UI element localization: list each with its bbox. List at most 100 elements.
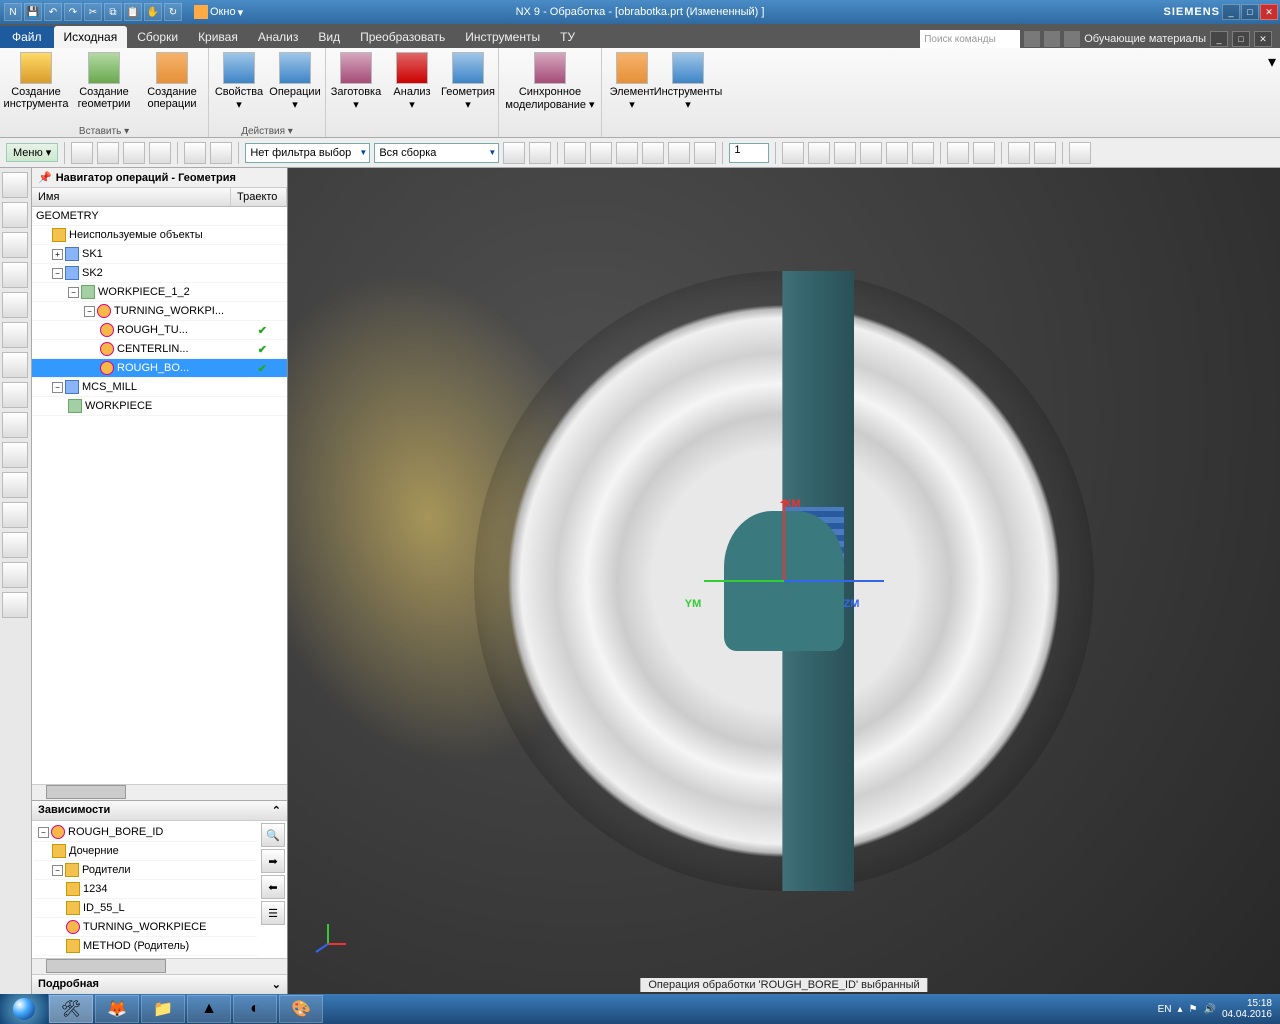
dep-next-icon[interactable]: ➡ (261, 849, 285, 873)
task-vlc[interactable]: ▲ (187, 995, 231, 1023)
tab-assemblies[interactable]: Сборки (127, 26, 188, 48)
qat-repeat-icon[interactable]: ↻ (164, 3, 182, 21)
qat-cut-icon[interactable]: ✂ (84, 3, 102, 21)
task-nx[interactable]: 🛠 (49, 995, 93, 1023)
tb-b[interactable] (529, 142, 551, 164)
tb-n[interactable] (912, 142, 934, 164)
detail-header[interactable]: Подробная⌄ (32, 974, 287, 994)
dep-hscroll[interactable] (32, 958, 287, 974)
tray-flag-icon[interactable]: ⚑ (1189, 1004, 1198, 1015)
qat-undo-icon[interactable]: ↶ (44, 3, 62, 21)
expand-toggle[interactable]: − (84, 306, 95, 317)
sel-tool-6[interactable] (210, 142, 232, 164)
tree-row[interactable]: CENTERLIN...✔ (32, 340, 287, 359)
rb-history[interactable] (2, 322, 28, 348)
filter-combo-1[interactable]: Нет фильтра выбор (245, 143, 370, 163)
3d-viewport[interactable]: XM YM ZM Операция обработки 'ROUGH_BORE_… (288, 168, 1280, 994)
lang-indicator[interactable]: EN (1158, 1004, 1172, 1015)
properties-button[interactable]: Свойства▾ (215, 52, 263, 111)
minimize-button[interactable]: _ (1222, 4, 1240, 20)
expand-toggle[interactable]: − (38, 827, 49, 838)
file-menu[interactable]: Файл (0, 26, 54, 48)
collapse-up-icon[interactable]: ⌃ (272, 804, 281, 817)
expand-toggle[interactable]: + (52, 249, 63, 260)
expand-toggle[interactable]: − (52, 382, 63, 393)
group-label-actions[interactable]: Действия ▾ (209, 126, 325, 137)
tree-row[interactable]: −SK2 (32, 264, 287, 283)
tree-row[interactable]: +SK1 (32, 245, 287, 264)
task-firefox[interactable]: 🦊 (95, 995, 139, 1023)
expand-toggle[interactable]: − (68, 287, 79, 298)
blank-button[interactable]: Заготовка▾ (332, 52, 380, 111)
rb-part[interactable] (2, 262, 28, 288)
sel-tool-2[interactable] (97, 142, 119, 164)
tb-j[interactable] (808, 142, 830, 164)
tree-row[interactable]: −ROUGH_BORE_ID (34, 823, 257, 842)
rb-sys[interactable] (2, 472, 28, 498)
tb-g[interactable] (668, 142, 690, 164)
qat-copy-icon[interactable]: ⧉ (104, 3, 122, 21)
create-geometry-button[interactable]: Создание геометрии (74, 52, 134, 110)
qat-redo-icon[interactable]: ↷ (64, 3, 82, 21)
tree-row[interactable]: Дочерние (34, 842, 257, 861)
analysis-button[interactable]: Анализ▾ (388, 52, 436, 111)
rb-color[interactable] (2, 502, 28, 528)
tab-view[interactable]: Вид (308, 26, 350, 48)
tb-i[interactable] (782, 142, 804, 164)
tree-row[interactable]: −WORKPIECE_1_2 (32, 283, 287, 302)
tree-row[interactable]: Неиспользуемые объекты (32, 226, 287, 245)
dependencies-header[interactable]: Зависимости⌃ (32, 801, 287, 821)
tree-row[interactable]: −TURNING_WORKPI... (32, 302, 287, 321)
rb-clock[interactable] (2, 442, 28, 468)
task-explorer[interactable]: 📁 (141, 995, 185, 1023)
maximize-button[interactable]: □ (1241, 4, 1259, 20)
tb-c[interactable] (564, 142, 586, 164)
rb-geom[interactable] (2, 232, 28, 258)
pin-icon[interactable]: 📌 (38, 171, 52, 184)
doc-close-button[interactable]: ✕ (1254, 31, 1272, 47)
qat-paste-icon[interactable]: 📋 (124, 3, 142, 21)
tree-row[interactable]: GEOMETRY (32, 207, 287, 226)
menu-button[interactable]: Меню ▾ (6, 143, 58, 162)
navigator-hscroll[interactable] (32, 784, 287, 800)
start-button[interactable] (0, 994, 48, 1024)
doc-minimize-button[interactable]: _ (1210, 31, 1228, 47)
sel-tool-3[interactable] (123, 142, 145, 164)
tree-row[interactable]: ROUGH_BO...✔ (32, 359, 287, 378)
navigator-tree[interactable]: GEOMETRYНеиспользуемые объекты+SK1−SK2−W… (32, 207, 287, 784)
create-operation-button[interactable]: Создание операции (142, 52, 202, 110)
help-icon[interactable] (1064, 31, 1080, 47)
element-button[interactable]: Элемент▾ (608, 52, 656, 111)
tree-row[interactable]: TURNING_WORKPIECE (34, 918, 257, 937)
tb-e[interactable] (616, 142, 638, 164)
tb-a[interactable] (503, 142, 525, 164)
operations-button[interactable]: Операции▾ (271, 52, 319, 111)
create-tool-button[interactable]: Создание инструмента (6, 52, 66, 110)
rb-roles[interactable] (2, 352, 28, 378)
ribbon-collapse-chevron-icon[interactable]: ▾ (1264, 48, 1280, 137)
tb-h[interactable] (694, 142, 716, 164)
instruments-button[interactable]: Инструменты▾ (664, 52, 712, 111)
col-name[interactable]: Имя (32, 188, 231, 206)
expand-down-icon[interactable]: ⌄ (272, 978, 281, 991)
doc-restore-button[interactable]: □ (1232, 31, 1250, 47)
sel-tool-1[interactable] (71, 142, 93, 164)
tb-f[interactable] (642, 142, 664, 164)
tray-up-icon[interactable]: ▴ (1177, 1004, 1182, 1015)
group-label-insert[interactable]: Вставить ▾ (0, 126, 208, 137)
scope-icon[interactable] (1024, 31, 1040, 47)
rb-layer[interactable] (2, 532, 28, 558)
tree-row[interactable]: ROUGH_TU...✔ (32, 321, 287, 340)
rb-op-nav[interactable] (2, 172, 28, 198)
tab-transform[interactable]: Преобразовать (350, 26, 455, 48)
tree-row[interactable]: WORKPIECE (32, 397, 287, 416)
dep-prev-icon[interactable]: ⬅ (261, 875, 285, 899)
sync-modeling-button[interactable]: Синхронное моделирование ▾ (505, 52, 595, 111)
tab-analysis[interactable]: Анализ (248, 26, 309, 48)
tree-row[interactable]: −MCS_MILL (32, 378, 287, 397)
tab-tools[interactable]: Инструменты (455, 26, 550, 48)
tree-row[interactable]: −Родители (34, 861, 257, 880)
tab-curve[interactable]: Кривая (188, 26, 248, 48)
view-triad-icon[interactable] (308, 914, 348, 954)
taskbar-clock[interactable]: 15:1804.04.2016 (1222, 998, 1272, 1020)
